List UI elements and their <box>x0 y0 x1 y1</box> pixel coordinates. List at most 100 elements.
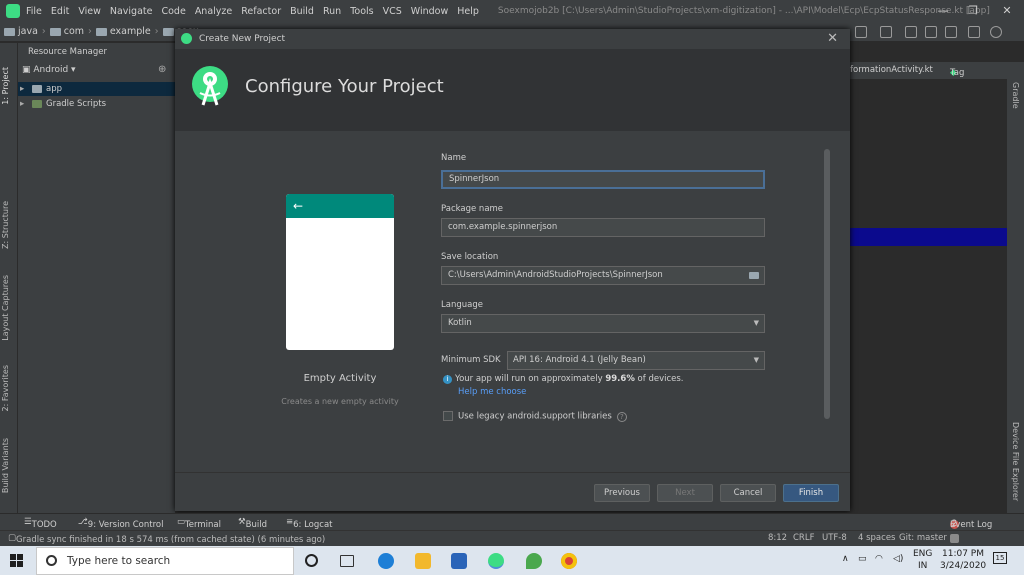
menu-analyze[interactable]: Analyze <box>195 6 232 17</box>
android-studio-taskbar-icon[interactable] <box>488 553 504 569</box>
android-studio-icon <box>181 33 192 44</box>
caret-position[interactable]: 8:12 <box>768 533 787 543</box>
menu-code[interactable]: Code <box>161 6 185 17</box>
file-explorer-icon[interactable] <box>415 553 431 569</box>
browse-folder-icon[interactable] <box>749 272 759 279</box>
window-close-button[interactable]: ✕ <box>992 0 1022 22</box>
menu-window[interactable]: Window <box>411 6 448 17</box>
tab-gradle[interactable]: Gradle <box>1011 82 1020 109</box>
breadcrumb-java[interactable]: java › <box>4 26 46 37</box>
project-pane: Resource Manager ▣ Android ▾ ⊕ ▸ app ▸ Gra… <box>18 43 175 513</box>
indent-setting[interactable]: 4 spaces <box>858 533 895 543</box>
restore-button[interactable]: ❐ <box>958 0 988 22</box>
chevron-down-icon: ▼ <box>753 319 759 327</box>
folder-icon <box>49 27 61 36</box>
template-preview-card: ← <box>286 194 394 350</box>
folder-icon <box>162 27 174 36</box>
tray-chevron-up-icon[interactable]: ∧ <box>842 554 849 564</box>
tab-favorites[interactable]: 2: Favorites <box>1 365 10 411</box>
sync-icon[interactable] <box>945 26 957 38</box>
tab-build-variants[interactable]: Build Variants <box>1 438 10 493</box>
undo-icon[interactable] <box>855 26 867 38</box>
mail-icon[interactable] <box>451 553 467 569</box>
tab-device-file-explorer[interactable]: Device File Explorer <box>1011 422 1020 501</box>
window-title: Soexmojob2b [C:\Users\Admin\StudioProjec… <box>497 6 990 16</box>
file-encoding[interactable]: UTF-8 <box>822 533 847 543</box>
dialog-title: Create New Project <box>199 34 286 44</box>
clock-time[interactable]: 11:07 PM <box>942 549 984 559</box>
finish-button[interactable]: Finish <box>783 484 839 502</box>
package-name-label: Package name <box>441 204 504 214</box>
network-icon[interactable]: ▭ <box>858 554 867 564</box>
tab-build[interactable]: ⚒ Build <box>238 517 267 530</box>
help-me-choose-link[interactable]: Help me choose <box>458 387 526 397</box>
menu-navigate[interactable]: Navigate <box>110 6 153 17</box>
volume-icon[interactable]: ◁) <box>893 554 903 564</box>
stop-icon[interactable] <box>880 26 892 38</box>
minimum-sdk-select[interactable]: API 16: Android 4.1 (Jelly Bean) ▼ <box>507 351 765 370</box>
taskbar-search-box[interactable]: Type here to search <box>36 547 294 575</box>
menu-refactor[interactable]: Refactor <box>241 6 281 17</box>
dialog-scrollbar[interactable] <box>824 149 830 419</box>
menu-tools[interactable]: Tools <box>350 6 373 17</box>
language-indicator-bottom[interactable]: IN <box>918 561 927 571</box>
tab-layout-captures[interactable]: Layout Captures <box>1 275 10 341</box>
lock-icon[interactable] <box>950 534 959 543</box>
breadcrumb-example[interactable]: example › <box>95 26 159 37</box>
legacy-support-checkbox[interactable] <box>443 411 453 421</box>
tree-item-app[interactable]: ▸ app <box>18 82 175 96</box>
search-icon[interactable] <box>990 26 1002 38</box>
info-icon: i <box>443 375 452 384</box>
mongodb-icon[interactable] <box>526 553 542 569</box>
menu-file[interactable]: File <box>26 6 42 17</box>
tab-terminal[interactable]: ▭ Terminal <box>177 517 221 530</box>
cortana-icon[interactable] <box>305 554 318 567</box>
status-bar: ▢ Gradle sync finished in 18 s 574 ms (f… <box>0 530 1024 546</box>
legacy-support-option: Use legacy android.support libraries? <box>443 411 627 422</box>
menu-view[interactable]: View <box>78 6 101 17</box>
tab-version-control[interactable]: ⎇ 9: Version Control <box>78 517 163 530</box>
tab-todo[interactable]: ☰ TODO <box>24 517 57 530</box>
clock-date[interactable]: 3/24/2020 <box>940 561 986 571</box>
chrome-icon[interactable] <box>561 553 577 569</box>
next-button[interactable]: Next <box>657 484 713 502</box>
cancel-button[interactable]: Cancel <box>720 484 776 502</box>
tree-item-gradle-scripts[interactable]: ▸ Gradle Scripts <box>18 97 175 111</box>
package-name-input[interactable]: com.example.spinnerjson <box>441 218 765 237</box>
android-studio-logo-icon <box>192 66 228 106</box>
dialog-close-button[interactable]: ✕ <box>827 31 838 46</box>
tab-logcat[interactable]: ≡ 6: Logcat <box>286 517 333 530</box>
language-indicator-top[interactable]: ENG <box>913 549 932 559</box>
menu-help[interactable]: Help <box>457 6 479 17</box>
menu-build[interactable]: Build <box>290 6 314 17</box>
menu-edit[interactable]: Edit <box>51 6 69 17</box>
breadcrumb-com[interactable]: com › <box>49 26 92 37</box>
question-mark-icon[interactable]: ? <box>616 411 627 422</box>
notification-icon[interactable]: 15 <box>993 552 1007 564</box>
create-project-dialog: Create New Project ✕ Configure Your Proj… <box>175 29 850 511</box>
project-view-selector[interactable]: ▣ Android ▾ <box>22 65 76 75</box>
tab-formation-activity[interactable]: formationActivity.kt <box>850 65 933 75</box>
name-input[interactable]: SpinnerJson <box>441 170 765 189</box>
line-separator[interactable]: CRLF <box>793 533 814 543</box>
wifi-icon[interactable]: ◠ <box>875 554 883 564</box>
resource-manager-tab[interactable]: Resource Manager <box>28 47 107 57</box>
language-select[interactable]: Kotlin ▼ <box>441 314 765 333</box>
avd-manager-icon[interactable] <box>925 26 937 38</box>
name-label: Name <box>441 153 467 163</box>
task-view-icon[interactable] <box>340 555 354 567</box>
tab-structure[interactable]: Z: Structure <box>1 201 10 249</box>
git-branch[interactable]: Git: master <box>899 533 947 543</box>
tab-project[interactable]: 1: Project <box>1 67 10 105</box>
layout-inspector-icon[interactable] <box>968 26 980 38</box>
sdk-manager-icon[interactable] <box>905 26 917 38</box>
menu-run[interactable]: Run <box>323 6 341 17</box>
gear-icon[interactable]: ⊕ <box>158 64 166 75</box>
previous-button[interactable]: Previous <box>594 484 650 502</box>
edge-icon[interactable] <box>378 553 394 569</box>
windows-start-icon[interactable] <box>10 554 24 568</box>
minimize-button[interactable]: — <box>928 0 958 22</box>
back-arrow-icon: ← <box>293 199 304 213</box>
menu-vcs[interactable]: VCS <box>383 6 402 17</box>
save-location-input[interactable]: C:\Users\Admin\AndroidStudioProjects\Spi… <box>441 266 765 285</box>
